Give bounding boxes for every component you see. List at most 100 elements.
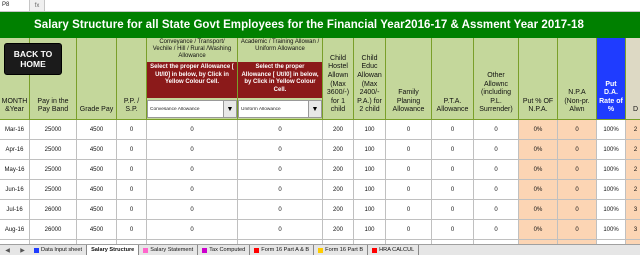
cell-child-hostel[interactable]: 200 (323, 120, 354, 140)
cell-child-educ[interactable]: 100 (354, 120, 386, 140)
cell-academic[interactable]: 0 (238, 220, 323, 240)
cell-family[interactable]: 0 (386, 180, 432, 200)
cell-put-npa[interactable]: 0% (519, 120, 558, 140)
cell-child-educ[interactable]: 100 (354, 160, 386, 180)
cell-month[interactable]: Jun-16 (0, 180, 30, 200)
cell-pp[interactable]: 0 (117, 160, 147, 180)
cell-grade-pay[interactable]: 4500 (77, 220, 117, 240)
sheet-tab[interactable]: Salary Structure (87, 245, 140, 255)
cell-pta[interactable]: 0 (432, 220, 474, 240)
cell-family[interactable]: 0 (386, 200, 432, 220)
cell-pay-band[interactable]: 25000 (30, 160, 77, 180)
cell-da[interactable]: 100% (597, 120, 626, 140)
cell-pta[interactable]: 0 (432, 140, 474, 160)
cell-month[interactable]: Mar-16 (0, 120, 30, 140)
cell-month[interactable]: Aug-16 (0, 220, 30, 240)
cell-pay-band[interactable]: 25000 (30, 140, 77, 160)
cell-da[interactable]: 100% (597, 200, 626, 220)
cell-d[interactable]: 2 (626, 180, 640, 200)
tab-next-icon[interactable]: ▶ (20, 247, 25, 254)
cell-family[interactable]: 0 (386, 220, 432, 240)
cell-npa[interactable]: 0 (558, 180, 597, 200)
cell-pta[interactable]: 0 (432, 200, 474, 220)
cell-pay-band[interactable]: 25000 (30, 180, 77, 200)
cell-academic[interactable]: 0 (238, 160, 323, 180)
cell-other[interactable]: 0 (474, 220, 519, 240)
conveyance-dropdown[interactable]: Convesance Allowance ▼ (147, 100, 237, 118)
cell-npa[interactable]: 0 (558, 200, 597, 220)
sheet-tab[interactable]: Tax Computed (198, 245, 251, 255)
cell-family[interactable]: 0 (386, 140, 432, 160)
sheet-tab[interactable]: HRA CALCUL (368, 245, 420, 255)
formula-input[interactable] (44, 0, 640, 11)
cell-child-educ[interactable]: 100 (354, 220, 386, 240)
cell-month[interactable]: Jul-16 (0, 200, 30, 220)
cell-child-hostel[interactable]: 200 (323, 140, 354, 160)
cell-other[interactable]: 0 (474, 120, 519, 140)
cell-put-npa[interactable]: 0% (519, 160, 558, 180)
sheet-tab[interactable]: Salary Statement (139, 245, 199, 255)
cell-pp[interactable]: 0 (117, 200, 147, 220)
cell-put-npa[interactable]: 0% (519, 200, 558, 220)
cell-month[interactable]: May-16 (0, 160, 30, 180)
cell-pta[interactable]: 0 (432, 180, 474, 200)
cell-npa[interactable]: 0 (558, 220, 597, 240)
cell-grade-pay[interactable]: 4500 (77, 140, 117, 160)
cell-conveyance[interactable]: 0 (147, 180, 238, 200)
cell-d[interactable]: 2 (626, 160, 640, 180)
cell-conveyance[interactable]: 0 (147, 220, 238, 240)
cell-academic[interactable]: 0 (238, 180, 323, 200)
cell-other[interactable]: 0 (474, 200, 519, 220)
cell-academic[interactable]: 0 (238, 120, 323, 140)
sheet-tab[interactable]: Form 16 Part B (314, 245, 369, 255)
cell-other[interactable]: 0 (474, 160, 519, 180)
cell-child-hostel[interactable]: 200 (323, 220, 354, 240)
cell-child-educ[interactable]: 100 (354, 180, 386, 200)
sheet-tab[interactable]: Data Input sheet (30, 245, 88, 255)
cell-family[interactable]: 0 (386, 120, 432, 140)
cell-da[interactable]: 100% (597, 180, 626, 200)
cell-npa[interactable]: 0 (558, 160, 597, 180)
chevron-down-icon[interactable]: ▼ (223, 101, 236, 117)
cell-d[interactable]: 2 (626, 140, 640, 160)
cell-other[interactable]: 0 (474, 180, 519, 200)
cell-conveyance[interactable]: 0 (147, 120, 238, 140)
cell-pta[interactable]: 0 (432, 120, 474, 140)
cell-da[interactable]: 100% (597, 160, 626, 180)
cell-academic[interactable]: 0 (238, 200, 323, 220)
cell-pta[interactable]: 0 (432, 160, 474, 180)
cell-put-npa[interactable]: 0% (519, 220, 558, 240)
cell-pay-band[interactable]: 26000 (30, 200, 77, 220)
cell-npa[interactable]: 0 (558, 120, 597, 140)
cell-grade-pay[interactable]: 4500 (77, 200, 117, 220)
cell-put-npa[interactable]: 0% (519, 140, 558, 160)
cell-grade-pay[interactable]: 4500 (77, 120, 117, 140)
back-to-home-button[interactable]: BACK TO HOME (4, 43, 62, 75)
cell-pp[interactable]: 0 (117, 180, 147, 200)
name-box[interactable]: P8 (0, 0, 30, 11)
cell-put-npa[interactable]: 0% (519, 180, 558, 200)
cell-d[interactable]: 3 (626, 200, 640, 220)
cell-month[interactable]: Apr-16 (0, 140, 30, 160)
cell-pp[interactable]: 0 (117, 140, 147, 160)
cell-pay-band[interactable]: 26000 (30, 220, 77, 240)
chevron-down-icon[interactable]: ▼ (308, 101, 321, 117)
cell-pp[interactable]: 0 (117, 120, 147, 140)
cell-grade-pay[interactable]: 4500 (77, 180, 117, 200)
cell-conveyance[interactable]: 0 (147, 200, 238, 220)
cell-pp[interactable]: 0 (117, 220, 147, 240)
academic-dropdown[interactable]: Uniform Allowance ▼ (238, 100, 322, 118)
cell-child-educ[interactable]: 100 (354, 200, 386, 220)
cell-conveyance[interactable]: 0 (147, 140, 238, 160)
cell-child-hostel[interactable]: 200 (323, 180, 354, 200)
cell-other[interactable]: 0 (474, 140, 519, 160)
cell-academic[interactable]: 0 (238, 140, 323, 160)
cell-child-hostel[interactable]: 200 (323, 160, 354, 180)
cell-npa[interactable]: 0 (558, 140, 597, 160)
cell-grade-pay[interactable]: 4500 (77, 160, 117, 180)
cell-d[interactable]: 2 (626, 120, 640, 140)
tab-prev-icon[interactable]: ◀ (5, 247, 10, 254)
cell-family[interactable]: 0 (386, 160, 432, 180)
cell-child-educ[interactable]: 100 (354, 140, 386, 160)
sheet-tab[interactable]: Form 16 Part A & B (250, 245, 315, 255)
